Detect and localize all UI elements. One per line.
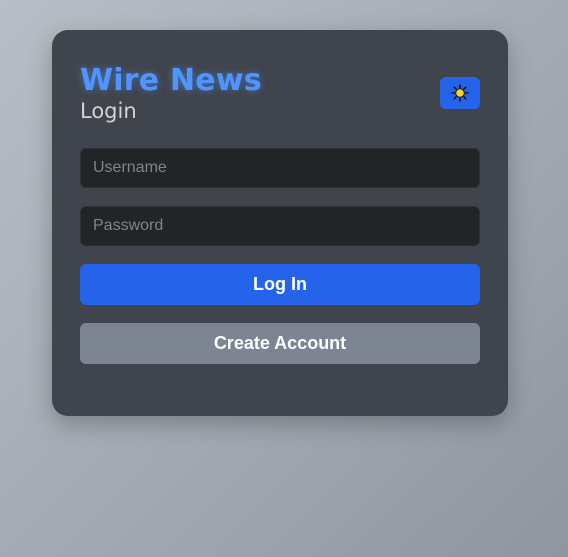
card-header: Wire News Login: [80, 64, 480, 128]
password-input[interactable]: [80, 206, 480, 246]
login-button[interactable]: Log In: [80, 264, 480, 305]
app-title: Wire News: [80, 63, 262, 98]
page-subtitle: Login: [80, 99, 137, 123]
sun-icon: [451, 84, 469, 102]
create-account-button[interactable]: Create Account: [80, 323, 480, 364]
theme-toggle-button[interactable]: [440, 77, 480, 109]
username-input[interactable]: [80, 148, 480, 188]
login-card: Wire News Login Username Log In Create A…: [52, 30, 508, 416]
